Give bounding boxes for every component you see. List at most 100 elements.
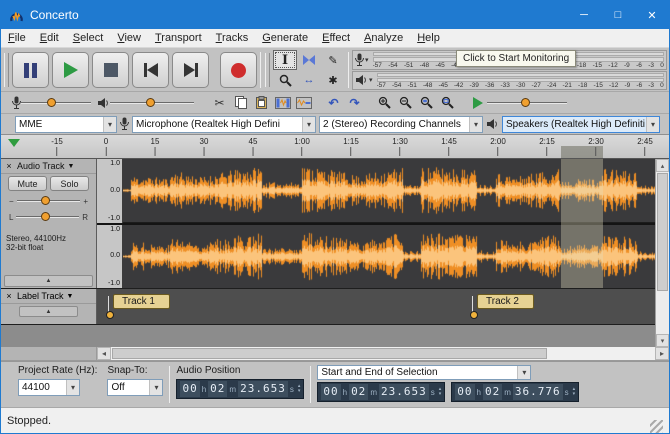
dropdown-arrow-icon[interactable]: ▾ bbox=[302, 117, 315, 132]
pause-button[interactable] bbox=[12, 52, 49, 88]
track-menu-arrow-icon[interactable]: ▼ bbox=[67, 293, 74, 300]
play-button[interactable] bbox=[52, 52, 89, 88]
playback-meter-body[interactable]: -57-54-51-48-45-42-39-36-33-30-27-24-21-… bbox=[375, 72, 666, 90]
label-text[interactable]: Track 2 bbox=[477, 294, 534, 309]
time-spinner[interactable]: ▴▾ bbox=[298, 384, 301, 394]
menu-item[interactable]: Generate bbox=[255, 30, 315, 46]
menu-item[interactable]: Effect bbox=[315, 30, 357, 46]
resize-grip[interactable] bbox=[650, 420, 663, 433]
transport-toolbar-grip[interactable] bbox=[4, 53, 9, 87]
timeline-ruler[interactable]: -15 0 15 30 45 1:00 1:15 1:30 1:45 bbox=[1, 135, 669, 159]
pan-slider[interactable] bbox=[16, 211, 79, 223]
track-menu-arrow-icon[interactable]: ▼ bbox=[68, 163, 75, 170]
scroll-right-button[interactable]: ▸ bbox=[655, 347, 669, 360]
menu-item[interactable]: Help bbox=[410, 30, 447, 46]
dropdown-arrow-icon[interactable]: ▾ bbox=[103, 117, 116, 132]
skip-to-start-button[interactable] bbox=[132, 52, 169, 88]
gain-slider[interactable] bbox=[17, 195, 81, 207]
track-title[interactable]: Label Track bbox=[17, 291, 64, 301]
label-track-control-panel[interactable]: × Label Track ▼ ▲ bbox=[1, 289, 97, 324]
menu-item[interactable]: Edit bbox=[33, 30, 66, 46]
dropdown-arrow-icon[interactable]: ▾ bbox=[646, 117, 659, 132]
vertical-scrollbar[interactable]: ▴ ▾ bbox=[655, 159, 669, 347]
cut-button[interactable]: ✂ bbox=[210, 94, 229, 112]
menu-item[interactable]: Select bbox=[66, 30, 111, 46]
copy-button[interactable] bbox=[231, 94, 250, 112]
slider-thumb[interactable] bbox=[41, 212, 50, 221]
redo-button[interactable]: ↷ bbox=[345, 94, 364, 112]
mute-button[interactable]: Mute bbox=[8, 176, 47, 191]
menu-item[interactable]: Analyze bbox=[357, 30, 410, 46]
playback-device-select[interactable]: Speakers (Realtek High Definiti ▾ bbox=[502, 116, 660, 133]
menu-item[interactable]: Tracks bbox=[209, 30, 256, 46]
selection-start-display[interactable]: 00h 02m 23.653s ▴▾ bbox=[317, 382, 445, 402]
play-at-speed-icon[interactable] bbox=[473, 97, 483, 109]
record-button[interactable] bbox=[220, 52, 257, 88]
menu-item[interactable]: Transport bbox=[148, 30, 209, 46]
zoom-tool-button[interactable] bbox=[273, 70, 297, 90]
label-track-content[interactable]: Track 1 Track 2 bbox=[97, 289, 655, 324]
envelope-tool-button[interactable] bbox=[297, 50, 321, 70]
draw-tool-button[interactable]: ✎ bbox=[321, 50, 345, 70]
track-title[interactable]: Audio Track bbox=[17, 161, 65, 171]
time-spinner[interactable]: ▴▾ bbox=[573, 387, 576, 397]
selection-tool-button[interactable]: I bbox=[273, 50, 297, 70]
play-speed-slider[interactable] bbox=[487, 97, 567, 109]
label-marker-icon[interactable] bbox=[105, 294, 113, 318]
time-spinner[interactable]: ▴▾ bbox=[439, 387, 442, 397]
slider-thumb[interactable] bbox=[47, 98, 56, 107]
label-item[interactable]: Track 1 bbox=[105, 294, 170, 318]
recording-channels-select[interactable]: 2 (Stereo) Recording Channels ▾ bbox=[319, 116, 483, 133]
vertical-scrollbar-thumb[interactable] bbox=[657, 173, 668, 291]
audio-track-control-panel[interactable]: × Audio Track ▼ Mute Solo − + bbox=[1, 159, 97, 288]
meter-dropdown-arrow-icon[interactable]: ▾ bbox=[369, 76, 373, 84]
menu-item[interactable]: File bbox=[1, 30, 33, 46]
label-text[interactable]: Track 1 bbox=[113, 294, 170, 309]
meter-dropdown-arrow-icon[interactable]: ▾ bbox=[365, 56, 369, 64]
stop-button[interactable] bbox=[92, 52, 129, 88]
horizontal-scrollbar-thumb[interactable] bbox=[112, 348, 547, 359]
audio-position-display[interactable]: 00h 02m 23.653s ▴▾ bbox=[176, 379, 304, 399]
zoom-in-button[interactable] bbox=[375, 94, 394, 112]
recording-meter-icon-area[interactable]: ▾ bbox=[353, 51, 371, 69]
minimize-button[interactable]: ─ bbox=[567, 1, 601, 29]
tools-toolbar-grip[interactable] bbox=[265, 53, 270, 87]
track-close-button[interactable]: × bbox=[4, 161, 14, 171]
track-collapse-button[interactable]: ▲ bbox=[4, 275, 93, 287]
titlebar[interactable]: Concerto ─ □ ✕ bbox=[1, 1, 669, 29]
scroll-up-button[interactable]: ▴ bbox=[656, 159, 669, 172]
selection-mode-select[interactable]: Start and End of Selection ▾ bbox=[317, 365, 531, 380]
slider-thumb[interactable] bbox=[41, 196, 50, 205]
dropdown-arrow-icon[interactable]: ▾ bbox=[149, 380, 162, 395]
slider-thumb[interactable] bbox=[521, 98, 530, 107]
recording-volume-slider[interactable] bbox=[21, 97, 91, 109]
scroll-left-button[interactable]: ◂ bbox=[97, 347, 111, 360]
silence-audio-button[interactable] bbox=[294, 94, 313, 112]
label-item[interactable]: Track 2 bbox=[469, 294, 534, 318]
fit-project-button[interactable] bbox=[438, 94, 457, 112]
dropdown-arrow-icon[interactable]: ▾ bbox=[66, 380, 79, 395]
slider-thumb[interactable] bbox=[146, 98, 155, 107]
project-rate-select[interactable]: 44100 ▾ bbox=[18, 379, 80, 396]
horizontal-scrollbar-track[interactable] bbox=[111, 347, 655, 360]
playback-volume-slider[interactable] bbox=[110, 97, 194, 109]
scroll-down-button[interactable]: ▾ bbox=[656, 334, 669, 347]
playback-meter-icon-area[interactable]: ▾ bbox=[353, 72, 375, 90]
fit-selection-button[interactable] bbox=[417, 94, 436, 112]
solo-button[interactable]: Solo bbox=[50, 176, 89, 191]
vertical-scrollbar-track[interactable] bbox=[656, 172, 669, 334]
playback-meter[interactable]: ▾ -57-54-51-48-45-42-39-36-33-30-27-24-2… bbox=[352, 71, 667, 91]
audio-host-select[interactable]: MME ▾ bbox=[15, 116, 117, 133]
dropdown-arrow-icon[interactable]: ▾ bbox=[517, 366, 530, 379]
zoom-out-button[interactable] bbox=[396, 94, 415, 112]
waveform-region[interactable]: 1.0 0.0 -1.0 1.0 0.0 -1.0 bbox=[97, 159, 655, 288]
multi-tool-button[interactable]: ✱ bbox=[321, 70, 345, 90]
close-button[interactable]: ✕ bbox=[635, 1, 669, 29]
label-marker-icon[interactable] bbox=[469, 294, 477, 318]
recording-device-select[interactable]: Microphone (Realtek High Defini ▾ bbox=[132, 116, 316, 133]
snap-to-select[interactable]: Off ▾ bbox=[107, 379, 163, 396]
skip-to-end-button[interactable] bbox=[172, 52, 209, 88]
timeshift-tool-button[interactable]: ↔ bbox=[297, 70, 321, 90]
maximize-button[interactable]: □ bbox=[601, 1, 635, 29]
horizontal-scrollbar[interactable]: ◂ ▸ bbox=[97, 347, 669, 360]
